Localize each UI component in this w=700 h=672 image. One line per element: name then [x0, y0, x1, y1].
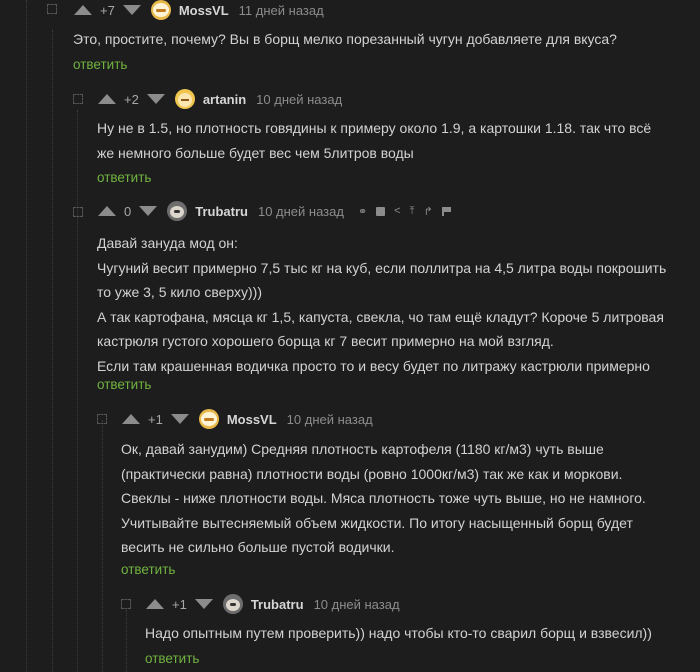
downvote-icon[interactable] — [170, 414, 189, 424]
avatar[interactable] — [167, 201, 188, 221]
reply-button[interactable]: ответить — [145, 651, 199, 666]
branch-icon[interactable]: ↱ — [423, 205, 432, 218]
share-icon[interactable]: < — [394, 205, 400, 217]
comment-time[interactable]: 11 дней назад — [239, 3, 324, 18]
reply-button[interactable]: ответить — [97, 377, 151, 392]
avatar[interactable] — [174, 89, 195, 109]
comment-rating: +1 — [172, 596, 187, 612]
comment-text-line: же немного больше будет вес чем 5литров … — [97, 144, 414, 161]
comment-time[interactable]: 10 дней назад — [258, 204, 344, 219]
thread-line — [77, 110, 78, 672]
flag-icon[interactable] — [441, 206, 452, 216]
thread-line — [26, 0, 27, 672]
comment-text-line: Ок, давай занудим) Средняя плотность кар… — [121, 441, 604, 457]
reply-button[interactable]: ответить — [121, 562, 175, 577]
collapse-icon[interactable] — [121, 599, 131, 609]
comment-text-line: Свеклы - ниже плотности воды. Мяса плотн… — [121, 490, 646, 506]
downvote-icon[interactable] — [146, 94, 165, 104]
comment-text-line: Учитывайте вытесняемый объем жидкости. П… — [121, 514, 633, 531]
reply-button[interactable]: ответить — [73, 57, 127, 72]
downvote-icon[interactable] — [122, 5, 141, 15]
upvote-icon[interactable] — [98, 206, 116, 216]
link-icon[interactable]: ⚭ — [358, 205, 367, 218]
reply-button[interactable]: ответить — [97, 170, 151, 185]
up-branch-icon[interactable]: ⤒ — [410, 205, 415, 218]
comment-text: Надо опытным путем проверить)) надо чтоб… — [145, 621, 652, 646]
comment-author[interactable]: MossVL — [179, 3, 229, 18]
comment-rating: 0 — [124, 203, 132, 219]
avatar[interactable] — [198, 409, 219, 429]
comment-text: Ну не в 1.5, но плотность говядины к при… — [97, 116, 651, 165]
upvote-icon[interactable] — [146, 599, 164, 609]
avatar[interactable] — [150, 0, 171, 20]
comment-text-line: Если там крашенная водичка просто то и в… — [97, 357, 650, 374]
comment-text-line: Чугуний весит примерно 7,5 тыс кг на куб… — [97, 259, 667, 276]
comment-text-line: Ну не в 1.5, но плотность говядины к при… — [97, 120, 652, 136]
comment-text: Ок, давай занудим) Средняя плотность кар… — [121, 437, 646, 560]
comment-text: Это, простите, почему? Вы в борщ мелко п… — [73, 27, 617, 52]
comment-rating: +7 — [100, 2, 115, 18]
collapse-icon[interactable] — [73, 207, 83, 217]
thread-line — [102, 420, 103, 672]
downvote-icon[interactable] — [139, 206, 158, 216]
comment-rating: +2 — [124, 91, 139, 107]
comment-time[interactable]: 10 дней назад — [287, 412, 373, 427]
comment-rating: +1 — [148, 411, 163, 427]
comment-text-line: Это, простите, почему? Вы в борщ мелко п… — [73, 31, 617, 47]
comment-text-line: А так картофана, мясца кг 1,5, капуста, … — [97, 308, 664, 325]
thread-line — [52, 30, 53, 672]
comment-text-line: Давай зануда мод он: — [97, 235, 238, 251]
comment-tools: ⚭ < ⤒ ↱ — [358, 205, 461, 218]
downvote-icon[interactable] — [194, 599, 213, 609]
collapse-icon[interactable] — [97, 414, 107, 424]
comment-author[interactable]: Trubatru — [251, 597, 304, 612]
collapse-icon[interactable] — [47, 4, 57, 14]
comment-text: Давай зануда мод он: Чугуний весит приме… — [97, 231, 666, 378]
comment-text-line: кастрюля густого хорошего борща кг 7 вес… — [97, 333, 554, 349]
upvote-icon[interactable] — [98, 94, 116, 104]
upvote-icon[interactable] — [74, 5, 92, 15]
upvote-icon[interactable] — [122, 414, 140, 424]
comment-text-line: весить не сильно больше пустой водички. — [121, 539, 395, 555]
comment-time[interactable]: 10 дней назад — [256, 92, 342, 107]
avatar[interactable] — [222, 594, 243, 614]
comment-text-line: Надо опытным путем проверить)) надо чтоб… — [145, 625, 652, 641]
comment-author[interactable]: artanin — [203, 92, 246, 107]
thread-line — [126, 610, 127, 672]
collapse-icon[interactable] — [73, 94, 83, 104]
comment-text-line: то уже 3, 5 кило сверху))) — [97, 284, 262, 300]
comment-author[interactable]: Trubatru — [195, 204, 248, 219]
comment-time[interactable]: 10 дней назад — [314, 597, 400, 612]
comment-author[interactable]: MossVL — [227, 412, 277, 427]
save-icon[interactable] — [376, 206, 386, 216]
comment-text-line: (практически равна) плотности воды (ровн… — [121, 465, 623, 482]
